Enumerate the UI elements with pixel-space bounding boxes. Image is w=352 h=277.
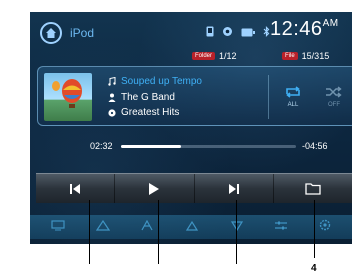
- progress-fill: [121, 145, 181, 148]
- skip-previous-icon: [70, 183, 81, 194]
- menu-radio-button[interactable]: [95, 218, 110, 236]
- menu-nav-button[interactable]: [140, 218, 154, 236]
- bottom-menu: [30, 215, 352, 239]
- previous-track-button[interactable]: [36, 174, 116, 203]
- folder-icon: [305, 183, 321, 195]
- skip-next-icon: [228, 183, 239, 194]
- now-playing-panel: Souped up Tempo The G Band Greatest Hits…: [37, 66, 352, 126]
- disc-icon: [108, 108, 116, 117]
- album-row: Greatest Hits: [108, 107, 179, 118]
- artist-row: The G Band: [108, 92, 175, 103]
- clock-ampm: AM: [322, 18, 339, 29]
- battery-icon: [241, 24, 255, 42]
- folder-browse-button[interactable]: [274, 174, 352, 203]
- file-value: 15/315: [301, 51, 330, 61]
- transport-bar: [36, 173, 352, 203]
- track-title-row: Souped up Tempo: [108, 76, 202, 87]
- person-icon: [108, 93, 116, 102]
- status-icons: [206, 24, 270, 42]
- source-title: iPod: [70, 26, 95, 40]
- clock-time: 12:46: [270, 18, 323, 40]
- navigation-icon: [141, 219, 153, 231]
- progress-bar[interactable]: [121, 145, 296, 148]
- monitor-icon: [51, 220, 65, 231]
- head-unit-screen: iPod 12:46AM Folder 1/12 File 15/315 Sou…: [30, 12, 352, 244]
- shuffle-label: OFF: [328, 102, 340, 108]
- callout-line-2: [158, 200, 159, 264]
- repeat-button[interactable]: ALL: [274, 73, 312, 121]
- triangle-icon: [185, 220, 199, 231]
- shuffle-icon: [326, 86, 342, 98]
- folder-counter: Folder 1/12: [192, 51, 237, 61]
- shuffle-button[interactable]: OFF: [315, 73, 352, 121]
- remaining-time: -04:56: [302, 141, 328, 151]
- home-button[interactable]: [40, 22, 62, 44]
- album-name: Greatest Hits: [121, 107, 180, 118]
- repeat-label: ALL: [287, 102, 299, 108]
- artist-name: The G Band: [121, 92, 175, 103]
- repeat-icon: [286, 86, 300, 98]
- callout-number-4: 4: [311, 263, 317, 274]
- bluetooth-icon: [263, 24, 270, 42]
- mode-divider: [268, 75, 269, 119]
- radio-icon: [95, 219, 110, 231]
- hot-air-balloon-image: [52, 79, 82, 108]
- play-button[interactable]: [115, 174, 195, 203]
- file-counter: File 15/315: [282, 51, 329, 61]
- callout-line-3: [236, 200, 237, 264]
- clock: 12:46AM: [270, 18, 339, 41]
- menu-screen-button[interactable]: [51, 218, 65, 236]
- folder-tag: Folder: [192, 52, 216, 60]
- album-art: [44, 73, 92, 121]
- sliders-icon: [275, 221, 288, 230]
- menu-gear-button[interactable]: [319, 218, 331, 236]
- callout-line-4: [314, 200, 315, 258]
- menu-phone-button[interactable]: [185, 218, 199, 236]
- play-icon: [149, 182, 160, 195]
- music-note-icon: [108, 77, 116, 86]
- file-tag: File: [282, 52, 298, 60]
- next-track-button[interactable]: [195, 174, 274, 203]
- gear-icon: [319, 219, 330, 231]
- folder-value: 1/12: [219, 51, 237, 61]
- settings-icon: [222, 24, 233, 42]
- menu-settings-button[interactable]: [274, 218, 288, 236]
- track-title: Souped up Tempo: [121, 76, 202, 87]
- elapsed-time: 02:32: [90, 141, 113, 151]
- phone-icon: [206, 24, 214, 42]
- home-icon: [46, 28, 56, 38]
- callout-line-1: [89, 200, 90, 264]
